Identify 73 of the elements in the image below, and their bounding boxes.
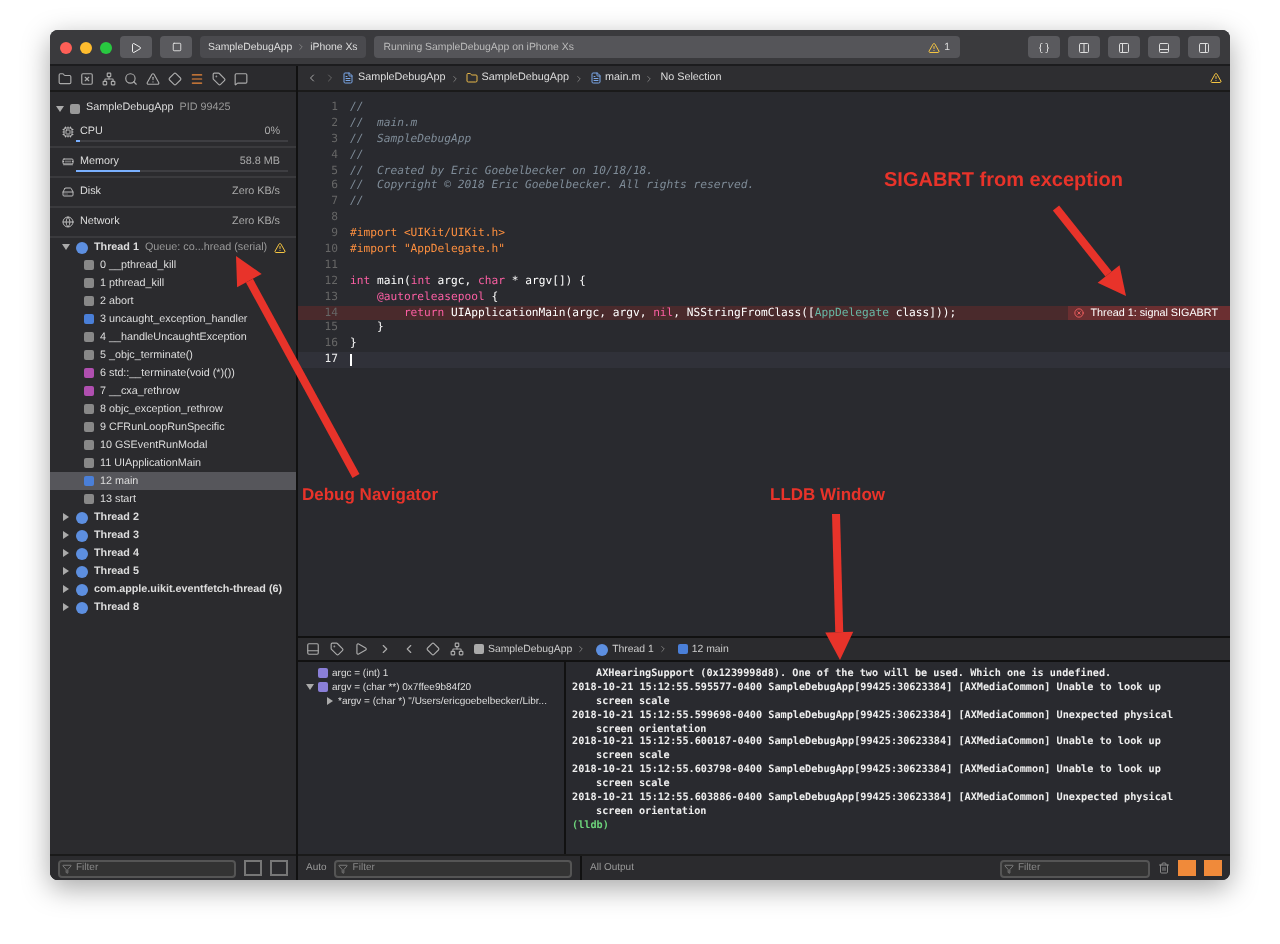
disclosure-triangle[interactable] [62, 244, 70, 250]
app-icon [677, 644, 688, 654]
gauge-icon [62, 155, 74, 167]
right-panel-icon [1198, 41, 1210, 53]
step-in-icon[interactable] [402, 642, 416, 656]
disclosure-triangle[interactable] [63, 585, 69, 593]
app-icon [474, 644, 484, 654]
back-icon[interactable] [306, 72, 318, 84]
separator-icon [449, 73, 460, 83]
panel-icon[interactable] [306, 642, 320, 656]
disclosure-triangle[interactable] [63, 549, 69, 557]
diamond-icon[interactable] [426, 642, 440, 656]
annotation-label: SIGABRT from exception [884, 170, 1123, 192]
search-icon[interactable] [124, 71, 138, 85]
bottom-panel-button[interactable] [1148, 36, 1180, 58]
app-icon [70, 103, 80, 113]
thread-icon [596, 643, 609, 655]
text-cursor [350, 354, 352, 367]
folder-icon[interactable] [58, 71, 72, 85]
warning-icon [928, 41, 941, 53]
disclosure-triangle[interactable] [56, 105, 64, 111]
disclosure-triangle[interactable] [63, 513, 69, 521]
disclosure-triangle[interactable] [63, 567, 69, 575]
warning-icon[interactable] [146, 71, 160, 85]
braces-icon [1038, 41, 1050, 53]
left-panel-icon [1118, 41, 1130, 53]
menu-icon[interactable] [190, 71, 204, 85]
disclosure-triangle[interactable] [63, 531, 69, 539]
square-x-icon[interactable] [80, 71, 94, 85]
gauge-icon [62, 125, 74, 137]
filter-icon [338, 863, 349, 873]
library-button[interactable] [1028, 36, 1060, 58]
disclosure-triangle[interactable] [327, 697, 333, 705]
bottom-panel-icon [1158, 41, 1170, 53]
separator-icon [576, 644, 587, 654]
step-over-icon[interactable] [378, 642, 392, 656]
error-icon [1074, 308, 1085, 319]
file-icon [589, 72, 602, 84]
right-panel-button[interactable] [1188, 36, 1220, 58]
tag-icon[interactable] [330, 642, 344, 656]
separator-icon [573, 73, 584, 83]
play-icon [130, 41, 142, 53]
stop-icon [171, 42, 181, 52]
thread-icon [76, 241, 88, 253]
warning-icon[interactable] [1210, 72, 1222, 84]
filter-icon [62, 863, 72, 873]
tag-icon[interactable] [212, 71, 226, 85]
separator-icon [657, 644, 668, 654]
hierarchy-icon[interactable] [450, 642, 464, 656]
trash-icon[interactable] [1158, 862, 1170, 874]
run-button[interactable] [120, 36, 152, 58]
close-button[interactable] [60, 41, 72, 53]
annotation-arrow [1052, 205, 1126, 296]
folder-icon [465, 72, 478, 84]
filter-icon [1004, 863, 1014, 873]
file-icon [342, 72, 354, 84]
disclosure-triangle[interactable] [63, 603, 69, 611]
editor-mode-button[interactable] [1068, 36, 1100, 58]
minimize-button[interactable] [80, 41, 92, 53]
zoom-button[interactable] [100, 41, 112, 53]
separator-icon [644, 73, 655, 83]
gauge-icon [62, 216, 74, 228]
hierarchy-icon[interactable] [102, 71, 116, 85]
diamond-icon[interactable] [168, 71, 182, 85]
annotation-label: Debug Navigator [302, 484, 439, 504]
speech-bubble-icon[interactable] [234, 71, 248, 85]
gauge-icon [62, 186, 74, 198]
left-panel-button[interactable] [1108, 36, 1140, 58]
continue-icon[interactable] [354, 642, 368, 656]
columns-icon [1078, 41, 1090, 53]
annotation-label: LLDB Window [770, 484, 886, 504]
stop-button[interactable] [160, 36, 192, 58]
separator-icon [296, 42, 307, 52]
